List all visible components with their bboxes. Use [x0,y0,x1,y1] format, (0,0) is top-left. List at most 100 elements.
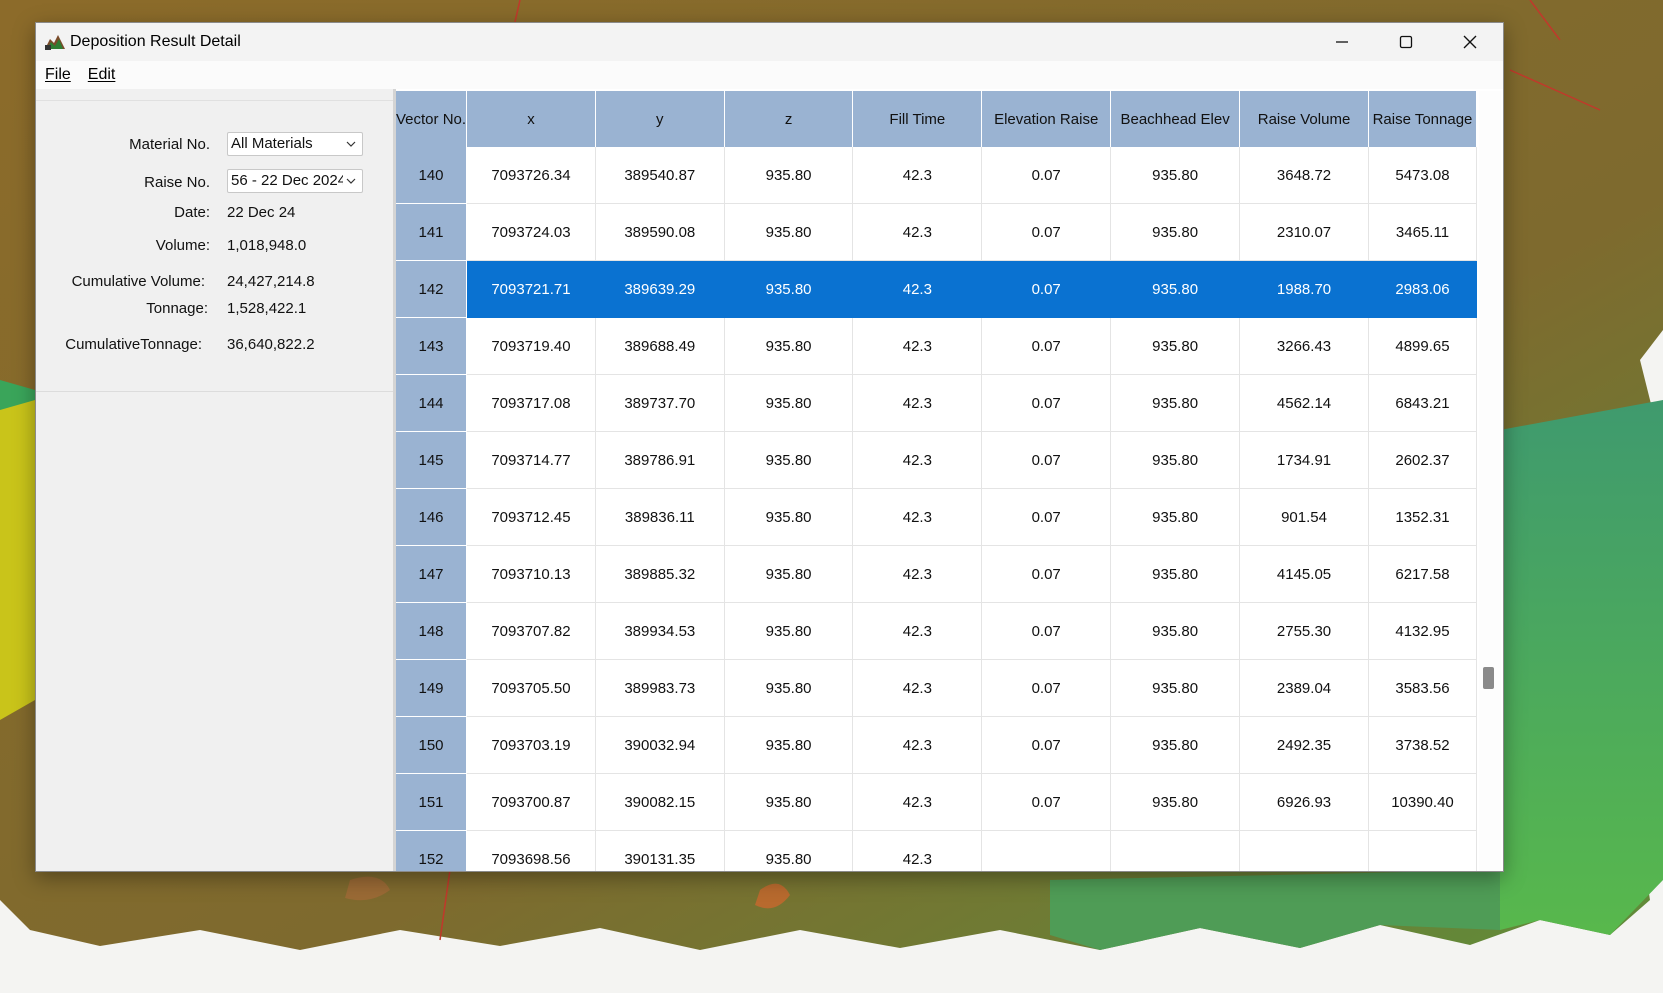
table-cell[interactable]: 6843.21 [1368,374,1477,432]
maximize-button[interactable] [1374,23,1438,61]
table-cell[interactable] [1239,830,1369,871]
table-cell[interactable]: 3648.72 [1239,147,1369,204]
table-cell[interactable]: 7093714.77 [466,431,596,489]
close-button[interactable] [1438,23,1502,61]
table-cell[interactable]: 42.3 [852,488,983,546]
table-cell[interactable]: 42.3 [852,431,983,489]
table-cell[interactable]: 7093705.50 [466,659,596,717]
table-cell[interactable]: 3583.56 [1368,659,1477,717]
table-cell[interactable]: 7093721.71 [466,260,596,318]
table-cell[interactable]: 10390.40 [1368,773,1477,831]
row-header[interactable]: 144 [396,374,468,432]
row-header[interactable]: 147 [396,545,468,603]
table-cell[interactable]: 6926.93 [1239,773,1369,831]
table-cell[interactable]: 935.80 [1110,659,1241,717]
row-header[interactable]: 140 [396,147,468,204]
table-cell[interactable]: 389885.32 [595,545,725,603]
table-row[interactable]: 143 7093719.40 389688.49 935.80 42.3 0.07 935.… [396,317,1477,375]
table-cell[interactable]: 1988.70 [1239,260,1369,318]
column-header[interactable]: y [595,91,725,147]
table-row[interactable]: 146 7093712.45 389836.11 935.80 42.3 0.07 935.… [396,488,1477,546]
table-cell[interactable]: 2755.30 [1239,602,1369,660]
table-cell[interactable]: 7093726.34 [466,147,596,204]
table-cell[interactable]: 7093724.03 [466,203,596,261]
table-cell[interactable]: 0.07 [981,488,1112,546]
table-cell[interactable]: 7093703.19 [466,716,596,774]
table-cell[interactable]: 935.80 [724,147,854,204]
table-cell[interactable]: 935.80 [724,545,854,603]
table-row[interactable]: 144 7093717.08 389737.70 935.80 42.3 0.07 935.… [396,374,1477,432]
table-cell[interactable]: 42.3 [852,317,983,375]
raise-select[interactable]: 56 - 22 Dec 2024 [227,169,363,193]
table-cell[interactable]: 7093719.40 [466,317,596,375]
table-cell[interactable]: 935.80 [724,488,854,546]
table-cell[interactable]: 389786.91 [595,431,725,489]
row-header[interactable]: 149 [396,659,468,717]
table-cell[interactable]: 3266.43 [1239,317,1369,375]
row-header[interactable]: 148 [396,602,468,660]
table-cell[interactable]: 4562.14 [1239,374,1369,432]
table-cell[interactable]: 935.80 [1110,317,1241,375]
table-cell[interactable]: 390032.94 [595,716,725,774]
table-cell[interactable]: 389737.70 [595,374,725,432]
table-cell[interactable]: 0.07 [981,545,1112,603]
table-cell[interactable]: 935.80 [1110,203,1241,261]
table-cell[interactable]: 0.07 [981,374,1112,432]
table-cell[interactable]: 0.07 [981,431,1112,489]
table-cell[interactable]: 0.07 [981,773,1112,831]
table-cell[interactable]: 935.80 [724,602,854,660]
table-cell[interactable]: 2602.37 [1368,431,1477,489]
table-cell[interactable]: 0.07 [981,260,1112,318]
table-cell[interactable]: 4132.95 [1368,602,1477,660]
table-cell[interactable]: 935.80 [1110,602,1241,660]
table-cell[interactable]: 42.3 [852,203,983,261]
row-header[interactable]: 152 [396,830,468,871]
table-cell[interactable]: 389639.29 [595,260,725,318]
table-cell[interactable] [1110,830,1241,871]
table-cell[interactable]: 901.54 [1239,488,1369,546]
table-cell[interactable]: 6217.58 [1368,545,1477,603]
table-row[interactable]: 151 7093700.87 390082.15 935.80 42.3 0.07 935.… [396,773,1477,831]
table-cell[interactable]: 2389.04 [1239,659,1369,717]
column-header[interactable]: Fill Time [852,91,983,147]
table-cell[interactable]: 935.80 [1110,431,1241,489]
table-cell[interactable]: 0.07 [981,203,1112,261]
table-cell[interactable]: 7093712.45 [466,488,596,546]
row-header[interactable]: 141 [396,203,468,261]
table-cell[interactable]: 4145.05 [1239,545,1369,603]
table-cell[interactable]: 935.80 [1110,773,1241,831]
table-cell[interactable]: 42.3 [852,830,983,871]
table-row[interactable]: 145 7093714.77 389786.91 935.80 42.3 0.07 935.… [396,431,1477,489]
minimize-button[interactable] [1310,23,1374,61]
row-header[interactable]: 150 [396,716,468,774]
table-cell[interactable]: 7093700.87 [466,773,596,831]
table-cell[interactable]: 935.80 [724,317,854,375]
table-cell[interactable]: 3465.11 [1368,203,1477,261]
table-cell[interactable]: 4899.65 [1368,317,1477,375]
scrollbar-thumb[interactable] [1483,667,1494,689]
table-cell[interactable]: 935.80 [724,716,854,774]
table-cell[interactable]: 42.3 [852,659,983,717]
table-cell[interactable]: 935.80 [724,659,854,717]
table-cell[interactable]: 7093698.56 [466,830,596,871]
table-cell[interactable]: 7093710.13 [466,545,596,603]
row-header[interactable]: 151 [396,773,468,831]
table-cell[interactable]: 935.80 [724,374,854,432]
table-cell[interactable]: 935.80 [1110,147,1241,204]
table-cell[interactable]: 0.07 [981,716,1112,774]
table-cell[interactable]: 1352.31 [1368,488,1477,546]
table-cell[interactable]: 42.3 [852,602,983,660]
table-cell[interactable]: 42.3 [852,545,983,603]
table-cell[interactable]: 42.3 [852,147,983,204]
column-header[interactable]: Raise Tonnage [1368,91,1477,147]
table-cell[interactable]: 935.80 [1110,374,1241,432]
table-cell[interactable]: 42.3 [852,716,983,774]
table-row[interactable]: 142 7093721.71 389639.29 935.80 42.3 0.07 935.… [396,260,1477,318]
table-cell[interactable]: 0.07 [981,147,1112,204]
table-cell[interactable]: 389590.08 [595,203,725,261]
table-cell[interactable]: 42.3 [852,374,983,432]
table-cell[interactable]: 0.07 [981,659,1112,717]
table-row[interactable]: 150 7093703.19 390032.94 935.80 42.3 0.07 935.… [396,716,1477,774]
table-cell[interactable]: 389688.49 [595,317,725,375]
table-cell[interactable]: 0.07 [981,317,1112,375]
